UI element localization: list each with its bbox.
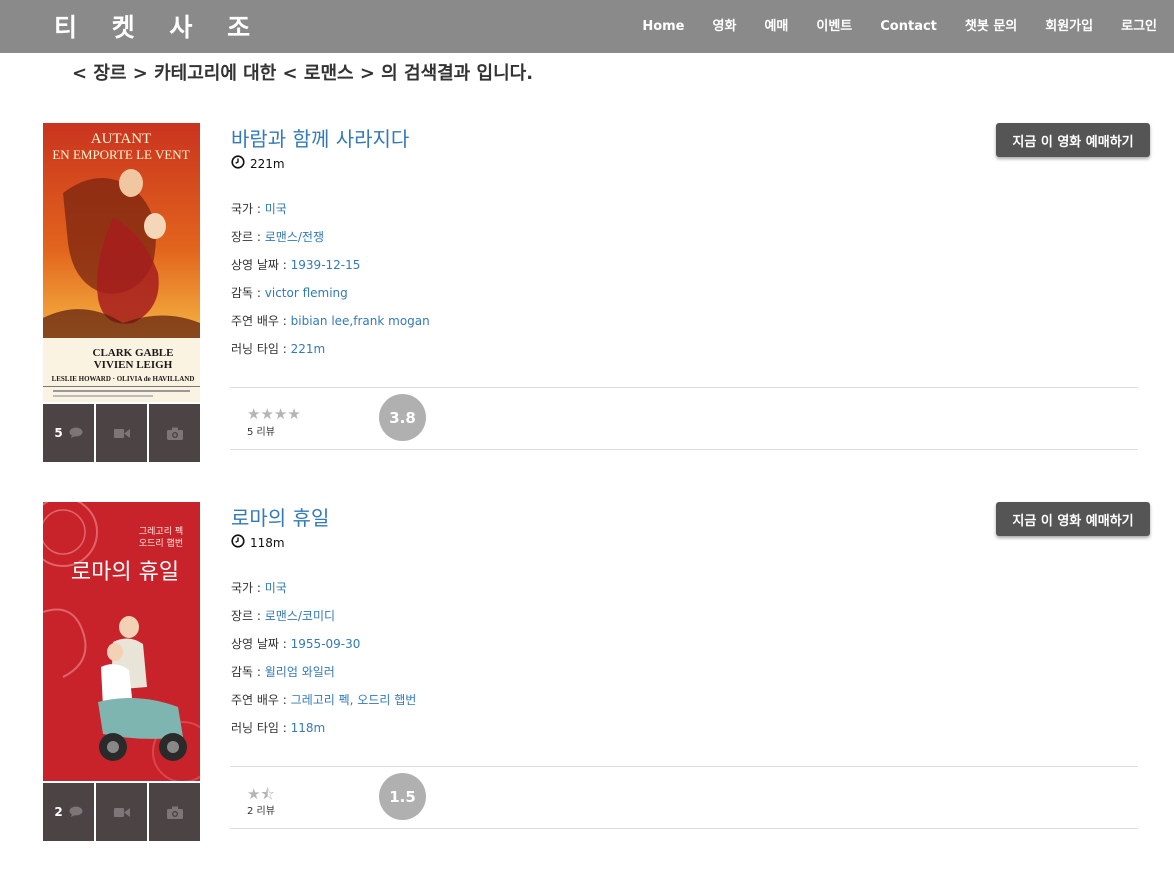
book-movie-button[interactable]: 지금 이 영화 예매하기: [996, 502, 1150, 536]
runtime: 118m: [231, 534, 285, 551]
search-result-heading: < 장르 > 카테고리에 대한 < 로맨스 > 의 검색결과 입니다.: [72, 63, 534, 84]
nav-chatbot[interactable]: 챗봇 문의: [951, 0, 1031, 53]
info-cast: 주연 배우 : 그레고리 펙, 오드리 햅번: [231, 693, 417, 707]
info-running: 러닝 타임 : 118m: [231, 721, 326, 735]
video-icon: [113, 428, 130, 439]
cast-value[interactable]: 그레고리 펙, 오드리 햅번: [291, 693, 417, 707]
director-value[interactable]: victor fleming: [265, 286, 348, 300]
release-value[interactable]: 1955-09-30: [291, 637, 361, 651]
navbar: 티 켓 사 조 Home 영화 예매 이벤트 Contact 챗봇 문의 회원가…: [0, 0, 1174, 53]
nav-home[interactable]: Home: [628, 0, 698, 53]
photo-tile[interactable]: [149, 402, 200, 462]
info-genre: 장르 : 로맨스/전쟁: [231, 230, 325, 244]
movie-info: 국가 : 미국 장르 : 로맨스/코미디 상영 날짜 : 1955-09-30 …: [231, 578, 416, 746]
poster-title-line1: AUTANT: [91, 131, 151, 147]
genre-value[interactable]: 로맨스/전쟁: [265, 230, 324, 244]
country-value[interactable]: 미국: [265, 581, 287, 595]
nav-booking[interactable]: 예매: [750, 0, 802, 53]
movie-item: AUTANT EN EMPORTE LE VENT CLARK GABLE VI…: [0, 123, 1174, 493]
book-movie-button[interactable]: 지금 이 영화 예매하기: [996, 123, 1150, 157]
nav-events[interactable]: 이벤트: [802, 0, 866, 53]
camera-icon: [166, 806, 183, 819]
comments-tile[interactable]: 2: [43, 781, 94, 841]
nav-signup[interactable]: 회원가입: [1031, 0, 1107, 53]
nav-movies[interactable]: 영화: [699, 0, 751, 53]
review-count[interactable]: 5 리뷰: [247, 423, 275, 438]
movie-item: 그레고리 펙 오드리 햅번 로마의 휴일 2 로마의 휴일 118m 지금 이 …: [0, 502, 1174, 872]
comments-tile[interactable]: 5: [43, 402, 94, 462]
running-value[interactable]: 221m: [291, 342, 326, 356]
info-release: 상영 날짜 : 1939-12-15: [231, 258, 361, 272]
comment-count: 2: [54, 805, 63, 819]
poster-action-tiles: 2: [43, 781, 200, 841]
comment-icon: [69, 427, 83, 439]
runtime: 221m: [231, 155, 285, 172]
review-count[interactable]: 2 리뷰: [247, 802, 275, 817]
clock-icon: [231, 155, 245, 172]
runtime-text: 118m: [250, 535, 285, 550]
poster-cast-line2: VIVIEN LEIGH: [94, 359, 173, 371]
movie-info: 국가 : 미국 장르 : 로맨스/전쟁 상영 날짜 : 1939-12-15 감…: [231, 199, 430, 367]
score-badge: 3.8: [379, 394, 426, 441]
poster-cast-line3: LESLIE HOWARD · OLIVIA de HAVILLAND: [52, 375, 195, 383]
rating-bar: ★★★★ 5 리뷰 3.8: [230, 387, 1138, 450]
info-genre: 장르 : 로맨스/코미디: [231, 609, 336, 623]
director-value[interactable]: 윌리엄 와일러: [265, 665, 335, 679]
genre-value[interactable]: 로맨스/코미디: [265, 609, 335, 623]
comment-count: 5: [54, 426, 63, 440]
movie-title-link[interactable]: 바람과 함께 사라지다: [231, 123, 409, 152]
poster-cast-line1: 그레고리 펙: [139, 526, 183, 537]
poster-cast-line2: 오드리 햅번: [139, 537, 183, 549]
comment-icon: [69, 806, 83, 818]
brand-logo[interactable]: 티 켓 사 조: [54, 8, 263, 44]
release-value[interactable]: 1939-12-15: [291, 258, 361, 272]
running-value[interactable]: 118m: [291, 721, 326, 735]
country-value[interactable]: 미국: [265, 202, 287, 216]
poster-title-line2: EN EMPORTE LE VENT: [52, 147, 189, 162]
movie-title-link[interactable]: 로마의 휴일: [231, 502, 329, 531]
poster-cast-line1: CLARK GABLE: [93, 347, 174, 359]
nav-contact[interactable]: Contact: [866, 0, 951, 53]
score-badge: 1.5: [379, 773, 426, 820]
info-release: 상영 날짜 : 1955-09-30: [231, 637, 361, 651]
info-country: 국가 : 미국: [231, 202, 287, 216]
photo-tile[interactable]: [149, 781, 200, 841]
info-running: 러닝 타임 : 221m: [231, 342, 326, 356]
video-icon: [113, 807, 130, 818]
info-director: 감독 : victor fleming: [231, 286, 348, 300]
nav-login[interactable]: 로그인: [1107, 0, 1174, 53]
nav-menu: Home 영화 예매 이벤트 Contact 챗봇 문의 회원가입 로그인: [628, 0, 1174, 53]
info-cast: 주연 배우 : bibian lee,frank mogan: [231, 314, 430, 328]
runtime-text: 221m: [250, 156, 285, 171]
poster-title: 로마의 휴일: [71, 560, 179, 585]
rating-bar: ★⯪ 2 리뷰 1.5: [230, 766, 1138, 829]
star-rating: ★★★★: [247, 405, 301, 423]
movie-poster[interactable]: 그레고리 펙 오드리 햅번 로마의 휴일: [43, 502, 200, 781]
info-director: 감독 : 윌리엄 와일러: [231, 665, 335, 679]
movie-poster[interactable]: AUTANT EN EMPORTE LE VENT CLARK GABLE VI…: [43, 123, 200, 402]
info-country: 국가 : 미국: [231, 581, 287, 595]
video-tile[interactable]: [96, 402, 147, 462]
video-tile[interactable]: [96, 781, 147, 841]
camera-icon: [166, 427, 183, 440]
poster-action-tiles: 5: [43, 402, 200, 462]
cast-value[interactable]: bibian lee,frank mogan: [291, 314, 430, 328]
clock-icon: [231, 534, 245, 551]
